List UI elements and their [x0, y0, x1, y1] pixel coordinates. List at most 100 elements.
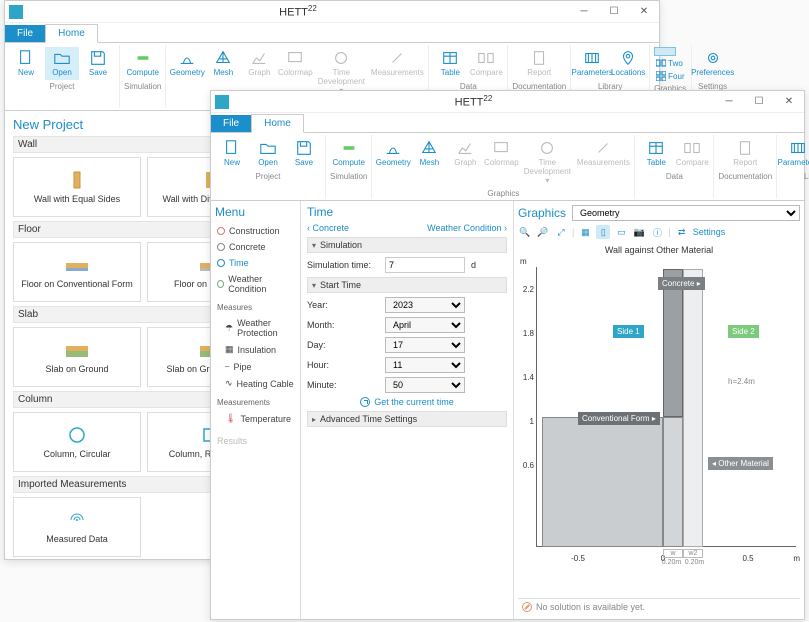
measurements-button[interactable]: Measurements [576, 137, 630, 187]
year-select[interactable]: 2023 [385, 297, 465, 313]
layout2-icon[interactable]: ▭ [614, 225, 628, 239]
region-other-material [683, 269, 703, 547]
card-measured-data[interactable]: Measured Data [13, 497, 141, 557]
label-side2: Side 2 [728, 325, 759, 338]
tab-home[interactable]: Home [251, 114, 304, 133]
label-other-mat: ◂ Other Material [708, 457, 773, 470]
colormap-button[interactable]: Colormap [484, 137, 518, 187]
table-button[interactable]: Table [433, 47, 467, 80]
status-bar: No solution is available yet. [518, 598, 800, 615]
menu-concrete[interactable]: Concrete [215, 239, 296, 255]
card-floor-conv[interactable]: Floor on Conventional Form [13, 242, 141, 302]
no-solution-icon [522, 602, 532, 612]
close-button[interactable]: ✕ [774, 91, 804, 113]
graphics-pane: Graphics Geometry 🔍 🔎 ⤢ | ▦ ▯ ▭ 📷 ⓘ | ⇄ … [514, 201, 804, 619]
info-icon[interactable]: ⓘ [650, 225, 664, 239]
compare-button[interactable]: Compare [469, 47, 503, 80]
compute-button[interactable]: Compute [332, 137, 366, 170]
acc-simulation[interactable]: Simulation [307, 237, 507, 253]
graphics-selector[interactable]: Geometry [572, 205, 800, 221]
zoom-in-icon[interactable]: 🔍 [518, 225, 532, 239]
menu-insulation[interactable]: ▦Insulation [215, 341, 296, 358]
close-button[interactable]: ✕ [629, 1, 659, 23]
x-unit: m [793, 554, 800, 563]
four-windows-button[interactable]: Four [654, 70, 686, 82]
toggle-icon[interactable]: ⇄ [675, 225, 689, 239]
time-pane: Time ‹ Concrete Weather Condition › Simu… [301, 201, 514, 619]
plot-area[interactable]: m 2.2 1.8 1.4 1 0.6 -0.5 0 0.5 m [518, 257, 800, 577]
card-column-circular[interactable]: Column, Circular [13, 412, 141, 472]
geometry-button[interactable]: Geometry [376, 137, 410, 187]
titlebar: HETT22 ─ ☐ ✕ [5, 1, 659, 23]
acc-start-time[interactable]: Start Time [307, 277, 507, 293]
compare-button[interactable]: Compare [675, 137, 709, 170]
menu-temperature[interactable]: 🌡Temperature [215, 410, 296, 427]
open-button[interactable]: Open [251, 137, 285, 170]
window-title: HETT22 [27, 4, 569, 19]
menu-pane: Menu Construction Concrete Time Weather … [211, 201, 301, 619]
grid-icon[interactable]: ▦ [578, 225, 592, 239]
minimize-button[interactable]: ─ [714, 91, 744, 113]
new-button[interactable]: New [215, 137, 249, 170]
geometry-button[interactable]: Geometry [170, 47, 204, 97]
menu-weather-protection[interactable]: ☂Weather Protection [215, 315, 296, 341]
layout1-icon[interactable]: ▯ [596, 225, 610, 239]
sim-time-unit: d [471, 260, 476, 270]
day-select[interactable]: 17 [385, 337, 465, 353]
two-windows-button[interactable]: Two [654, 57, 686, 69]
new-button[interactable]: New [9, 47, 43, 80]
one-window-icon[interactable] [654, 47, 676, 56]
app-icon [9, 5, 23, 19]
open-button[interactable]: Open [45, 47, 79, 80]
y-unit: m [520, 257, 527, 266]
locations-button[interactable]: Locations [611, 47, 645, 80]
save-button[interactable]: Save [287, 137, 321, 170]
camera-icon[interactable]: 📷 [632, 225, 646, 239]
label-conv-form: Conventional Form ▸ [578, 412, 660, 425]
parameters-button[interactable]: Parameters [575, 47, 609, 80]
hour-select[interactable]: 11 [385, 357, 465, 373]
menu-construction[interactable]: Construction [215, 223, 296, 239]
preferences-button[interactable]: Preferences [696, 47, 730, 80]
maximize-button[interactable]: ☐ [599, 1, 629, 23]
tab-home[interactable]: Home [45, 24, 98, 43]
zoom-out-icon[interactable]: 🔎 [536, 225, 550, 239]
menu-measurements-hdr: Measurements [215, 395, 296, 410]
report-button[interactable]: Report [522, 47, 556, 80]
tab-file[interactable]: File [211, 115, 251, 132]
tab-file[interactable]: File [5, 25, 45, 42]
window-title: HETT22 [233, 94, 714, 109]
region-concrete-upper [663, 269, 683, 417]
graph-button[interactable]: Graph [448, 137, 482, 187]
parameters-button[interactable]: Parameters [781, 137, 809, 170]
graphics-toolbar: 🔍 🔎 ⤢ | ▦ ▯ ▭ 📷 ⓘ | ⇄ Settings [518, 225, 800, 239]
mesh-button[interactable]: Mesh [412, 137, 446, 187]
get-current-time-link[interactable]: Get the current time [307, 397, 507, 407]
minimize-button[interactable]: ─ [569, 1, 599, 23]
menu-weather[interactable]: Weather Condition [215, 271, 296, 297]
sim-time-input[interactable] [385, 257, 465, 273]
minute-select[interactable]: 50 [385, 377, 465, 393]
menu-measures-hdr: Measures [215, 300, 296, 315]
save-button[interactable]: Save [81, 47, 115, 80]
region-conv-form [542, 417, 663, 547]
region-concrete-lower [663, 417, 683, 547]
acc-advanced[interactable]: Advanced Time Settings [307, 411, 507, 427]
menu-pipe[interactable]: ⎯Pipe [215, 358, 296, 375]
card-slab-ground[interactable]: Slab on Ground [13, 327, 141, 387]
graphics-title: Graphics [518, 206, 566, 220]
time-development-button[interactable]: Time Development ▾ [520, 137, 574, 187]
sim-time-label: Simulation time: [307, 260, 379, 270]
table-button[interactable]: Table [639, 137, 673, 170]
menu-time[interactable]: Time [215, 255, 296, 271]
card-wall-equal[interactable]: Wall with Equal Sides [13, 157, 141, 217]
zoom-fit-icon[interactable]: ⤢ [554, 225, 568, 239]
graphics-settings-link[interactable]: Settings [693, 227, 726, 237]
month-select[interactable]: April [385, 317, 465, 333]
report-button[interactable]: Report [728, 137, 762, 170]
menu-heating-cable[interactable]: ∿Heating Cable [215, 375, 296, 392]
maximize-button[interactable]: ☐ [744, 91, 774, 113]
crumb-prev[interactable]: ‹ Concrete [307, 223, 349, 233]
crumb-next[interactable]: Weather Condition › [427, 223, 507, 233]
compute-button[interactable]: Compute [126, 47, 160, 80]
